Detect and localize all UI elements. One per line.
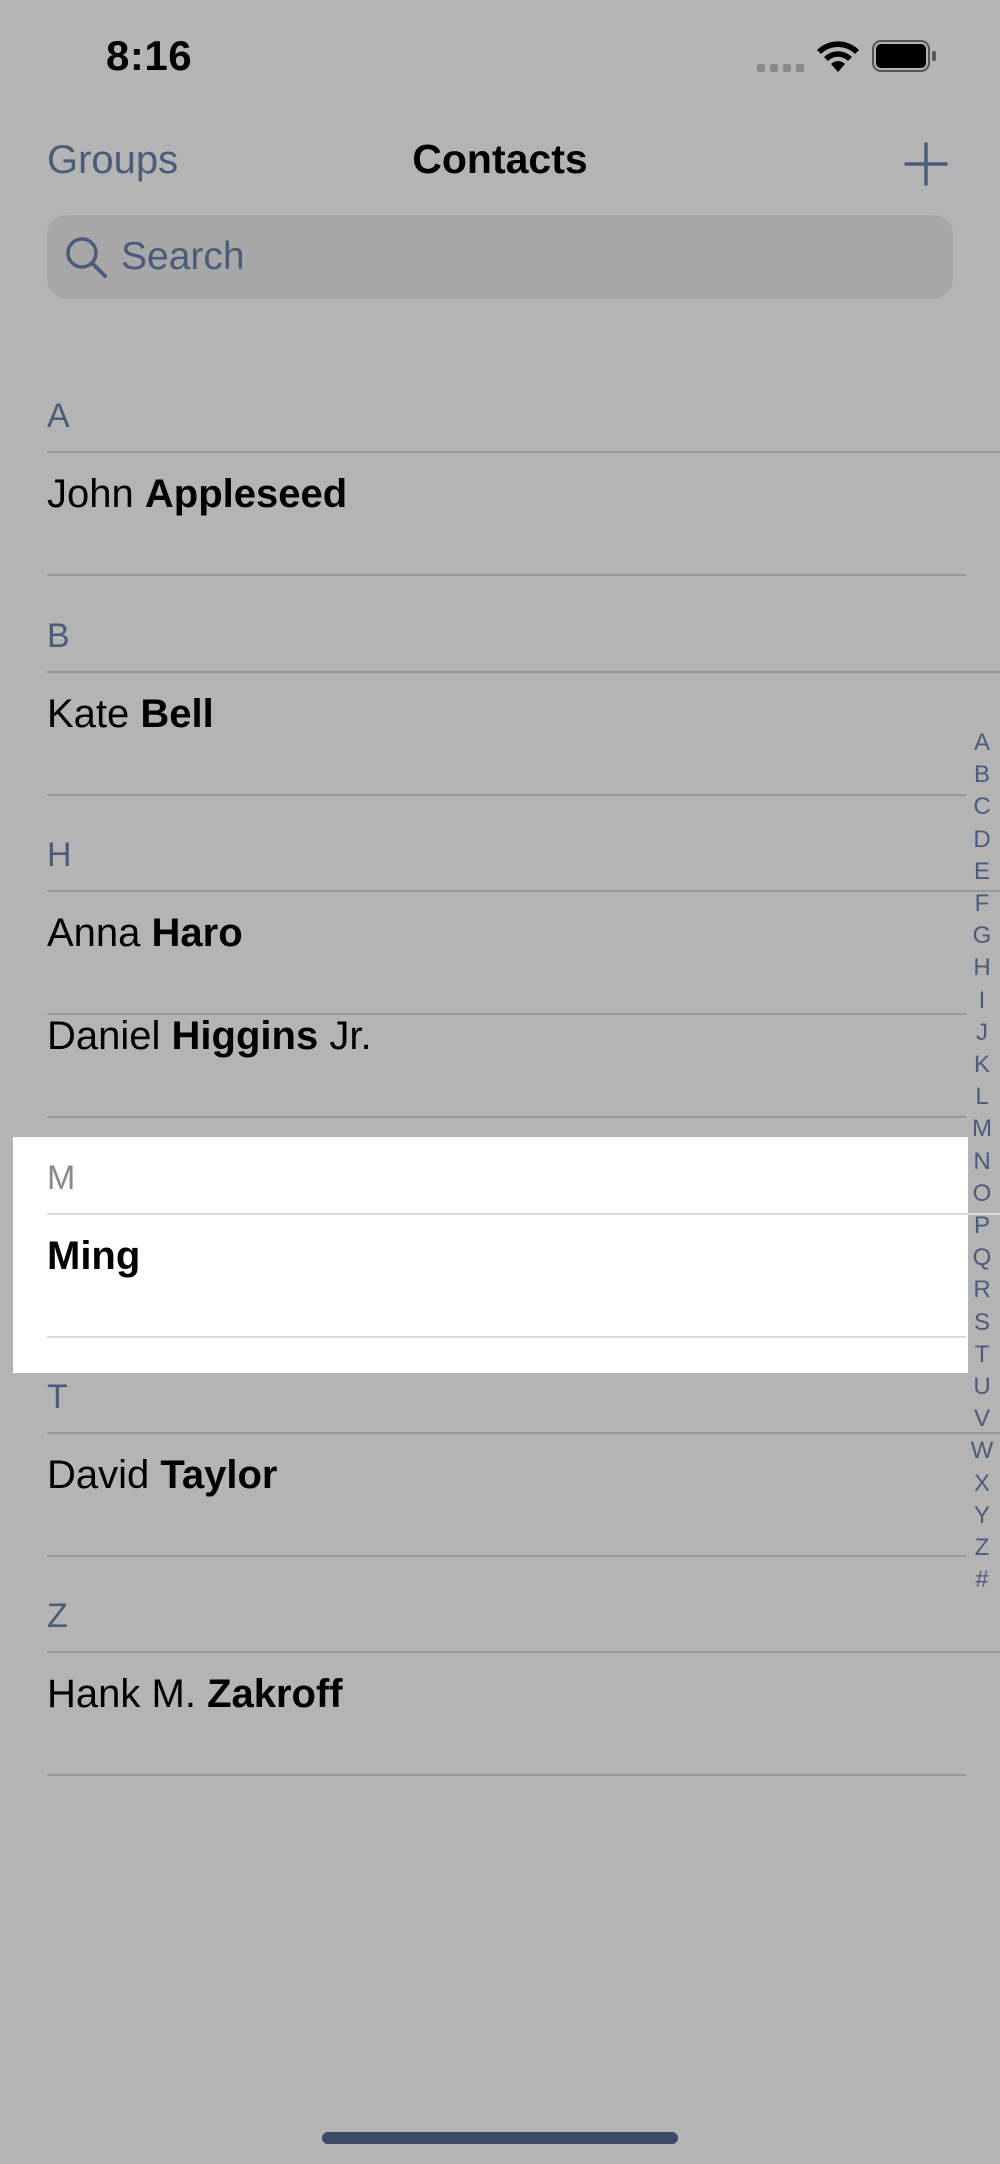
index-letter-h[interactable]: H xyxy=(964,954,1000,982)
plus-icon[interactable] xyxy=(902,140,950,188)
row-divider xyxy=(47,794,966,796)
index-letter-s[interactable]: S xyxy=(964,1309,1000,1337)
index-letter-u[interactable]: U xyxy=(964,1373,1000,1401)
section-header-b: B xyxy=(47,617,70,655)
contact-last-name: Haro xyxy=(151,911,243,955)
index-letter-t[interactable]: T xyxy=(964,1341,1000,1369)
wifi-icon xyxy=(817,41,859,72)
index-letter-g[interactable]: G xyxy=(964,922,1000,950)
index-letter-r[interactable]: R xyxy=(964,1276,1000,1304)
index-letter-q[interactable]: Q xyxy=(964,1244,1000,1272)
contact-row[interactable]: Daniel Higgins Jr. xyxy=(47,1014,372,1059)
index-letter-j[interactable]: J xyxy=(964,1019,1000,1047)
section-header-t: T xyxy=(47,1378,68,1416)
index-letter-v[interactable]: V xyxy=(964,1405,1000,1433)
contact-first-name: Hank M. xyxy=(47,1672,196,1716)
index-letter-c[interactable]: C xyxy=(964,793,1000,821)
contact-row[interactable]: Anna Haro xyxy=(47,911,243,956)
search-input[interactable] xyxy=(121,227,921,287)
status-time: 8:16 xyxy=(106,32,193,79)
index-letter-o[interactable]: O xyxy=(964,1180,1000,1208)
section-divider xyxy=(47,890,1000,892)
index-letter-m[interactable]: M xyxy=(964,1115,1000,1143)
index-letter-x[interactable]: X xyxy=(964,1470,1000,1498)
section-divider xyxy=(47,451,1000,453)
index-letter-e[interactable]: E xyxy=(964,858,1000,886)
section-divider xyxy=(47,1213,1000,1215)
row-divider xyxy=(47,574,966,576)
contact-first-name: Kate xyxy=(47,692,130,736)
contact-first-name: Anna xyxy=(47,911,141,955)
contact-last-name: Zakroff xyxy=(207,1672,343,1716)
magnifying-glass-icon xyxy=(66,237,107,278)
section-header-h: H xyxy=(47,836,72,874)
index-letter-hash[interactable]: # xyxy=(964,1566,1000,1594)
index-letter-d[interactable]: D xyxy=(964,826,1000,854)
row-divider xyxy=(47,1116,966,1118)
row-divider xyxy=(47,1555,966,1557)
index-letter-p[interactable]: P xyxy=(964,1212,1000,1240)
contact-row[interactable]: Kate Bell xyxy=(47,692,214,737)
contact-last-name: Taylor xyxy=(160,1453,278,1497)
index-letter-z[interactable]: Z xyxy=(964,1534,1000,1562)
contact-row[interactable]: John Appleseed xyxy=(47,472,347,517)
section-divider xyxy=(47,671,1000,673)
contact-last-name: Higgins xyxy=(171,1014,319,1058)
contact-row[interactable]: Ming xyxy=(47,1234,140,1279)
section-divider xyxy=(47,1432,1000,1434)
index-letter-y[interactable]: Y xyxy=(964,1502,1000,1530)
contact-last-name: Appleseed xyxy=(144,472,348,516)
row-divider xyxy=(47,1336,966,1338)
index-letter-b[interactable]: B xyxy=(964,761,1000,789)
index-letter-l[interactable]: L xyxy=(964,1083,1000,1111)
page-title: Contacts xyxy=(412,136,588,182)
index-letter-n[interactable]: N xyxy=(964,1148,1000,1176)
contact-row[interactable]: David Taylor xyxy=(47,1453,277,1498)
contact-last-name: Ming xyxy=(47,1234,141,1278)
section-header-z: Z xyxy=(47,1597,68,1635)
section-header-m: M xyxy=(47,1159,76,1197)
contact-last-name: Bell xyxy=(140,692,214,736)
search-bar[interactable] xyxy=(47,215,953,299)
index-letter-a[interactable]: A xyxy=(964,729,1000,757)
index-letter-i[interactable]: I xyxy=(964,987,1000,1015)
contact-first-name: Daniel xyxy=(47,1014,161,1058)
cellular-signal-icon xyxy=(757,64,804,72)
section-header-a: A xyxy=(47,397,70,435)
index-letter-w[interactable]: W xyxy=(964,1437,1000,1465)
section-divider xyxy=(47,1651,1000,1653)
navigation-bar: Groups Contacts xyxy=(0,120,1000,210)
index-letter-k[interactable]: K xyxy=(964,1051,1000,1079)
battery-icon xyxy=(872,40,936,72)
row-divider xyxy=(47,1774,966,1776)
contact-first-name: John xyxy=(47,472,134,516)
index-letter-f[interactable]: F xyxy=(964,890,1000,918)
contact-first-name: David xyxy=(47,1453,150,1497)
contact-suffix: Jr. xyxy=(329,1014,372,1058)
contact-row[interactable]: Hank M. Zakroff xyxy=(47,1672,343,1717)
home-indicator xyxy=(322,2132,678,2144)
status-bar: 8:16 xyxy=(0,0,1000,110)
